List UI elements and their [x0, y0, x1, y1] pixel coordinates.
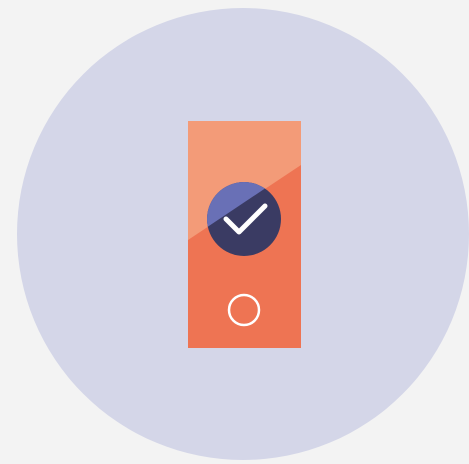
- illustration-svg: [17, 8, 469, 460]
- illustration-canvas: [0, 0, 469, 464]
